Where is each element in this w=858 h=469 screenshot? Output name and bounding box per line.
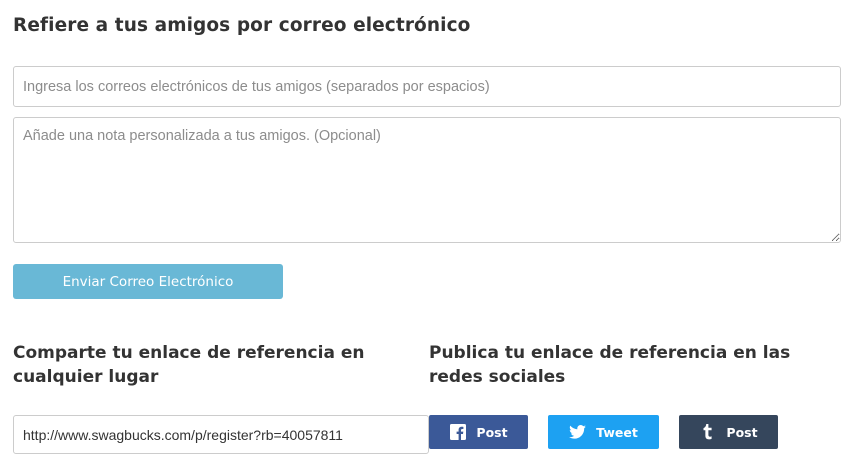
facebook-post-label: Post <box>476 424 508 440</box>
referral-link-field[interactable] <box>13 415 429 454</box>
tumblr-post-label: Post <box>726 424 758 440</box>
twitter-icon <box>569 424 587 441</box>
email-referral-title: Refiere a tus amigos por correo electrón… <box>13 15 471 36</box>
tumblr-icon <box>699 424 716 441</box>
twitter-tweet-button[interactable]: Tweet <box>548 415 659 449</box>
friends-emails-input[interactable] <box>13 66 841 107</box>
twitter-tweet-label: Tweet <box>596 424 638 440</box>
facebook-post-button[interactable]: Post <box>429 415 528 449</box>
social-share-title: Publica tu enlace de referencia en las r… <box>429 343 791 387</box>
personal-note-textarea[interactable] <box>13 117 841 243</box>
send-email-button[interactable]: Enviar Correo Electrónico <box>13 264 283 299</box>
facebook-icon <box>449 424 466 441</box>
tumblr-post-button[interactable]: Post <box>679 415 778 449</box>
share-link-title: Comparte tu enlace de referencia en cual… <box>13 343 365 387</box>
